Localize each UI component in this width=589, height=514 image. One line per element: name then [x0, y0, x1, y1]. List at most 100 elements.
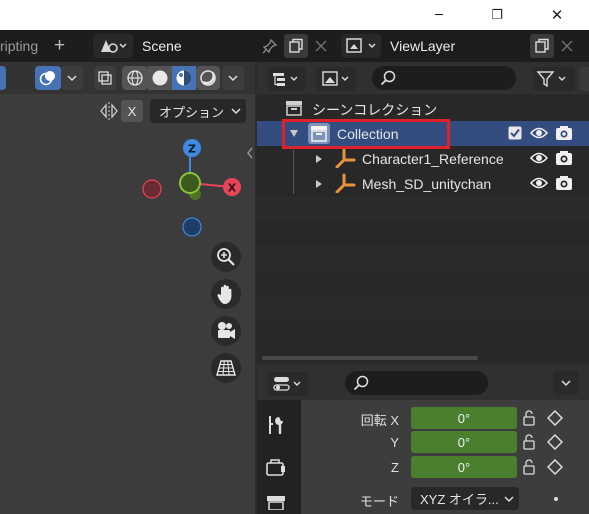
rotation-x-label: 回転 X: [360, 413, 399, 428]
render-icon[interactable]: [266, 458, 286, 476]
options-label: オプション: [159, 104, 225, 120]
minimize-icon: ─: [435, 7, 443, 23]
properties-tabs: [257, 400, 301, 514]
outliner-row-mesh-sd-unitychan[interactable]: Mesh_SD_unitychan: [257, 171, 589, 196]
maximize-button[interactable]: ❐: [474, 0, 520, 30]
shading-dropdown[interactable]: [222, 66, 244, 90]
keyframe-diamond-icon[interactable]: [547, 410, 563, 426]
zoom-icon: [217, 248, 235, 266]
chevron-down-icon: [504, 495, 514, 502]
close-button[interactable]: ✕: [534, 0, 580, 30]
pin-icon[interactable]: [259, 36, 281, 56]
expand-arrow-icon[interactable]: [315, 154, 323, 164]
filter-type-dropdown[interactable]: [316, 67, 356, 91]
chevron-down-icon: [231, 108, 241, 115]
keyframe-diamond-icon[interactable]: [547, 459, 563, 475]
new-viewlayer-button[interactable]: [530, 34, 554, 58]
properties-editor-icon: [273, 377, 301, 391]
gizmo-neg-z: [182, 217, 202, 237]
lock-icon[interactable]: [522, 434, 540, 450]
viewport-header: [0, 62, 255, 94]
camera-icon: [218, 322, 235, 339]
output-icon[interactable]: [266, 494, 286, 510]
sidebar-toggle-icon[interactable]: [245, 145, 255, 163]
mirror-x-toggle[interactable]: X: [121, 100, 143, 122]
rotation-mode-dropdown[interactable]: XYZ オイラ...: [411, 487, 519, 510]
eye-icon[interactable]: [530, 151, 548, 165]
overlays-dropdown[interactable]: [61, 66, 83, 90]
zoom-button[interactable]: [211, 242, 241, 272]
add-workspace-button[interactable]: +: [54, 35, 65, 57]
shading-rendered-button[interactable]: [196, 66, 220, 90]
navigation-gizmo[interactable]: Z X: [135, 135, 245, 240]
scene-collection-label: シーンコレクション: [312, 102, 438, 118]
mesh-sd-unitychan-label: Mesh_SD_unitychan: [362, 176, 492, 192]
shading-wireframe-button[interactable]: [122, 66, 148, 90]
mirror-icon[interactable]: [98, 100, 120, 122]
viewlayer-name: ViewLayer: [390, 38, 456, 54]
camera-render-icon[interactable]: [555, 150, 573, 166]
shading-material-button[interactable]: [172, 66, 196, 90]
duplicate-icon: [289, 38, 303, 53]
image-icon: [322, 71, 349, 86]
armature-icon: [335, 173, 356, 193]
editor-type-dropdown[interactable]: [268, 372, 308, 396]
outliner-empty-row: [257, 196, 589, 221]
outliner-horizontal-scrollbar[interactable]: [262, 356, 478, 360]
perspective-toggle-button[interactable]: [211, 353, 241, 383]
unlink-scene-button[interactable]: [311, 34, 331, 58]
tool-icon[interactable]: [266, 414, 286, 436]
scene-browse-button[interactable]: [93, 34, 133, 58]
outliner-view-icon: [273, 73, 298, 86]
outliner-row-character1-reference[interactable]: Character1_Reference: [257, 146, 589, 171]
new-collection-button[interactable]: [579, 67, 589, 91]
properties-options-dropdown[interactable]: [553, 371, 579, 395]
rotation-z-field[interactable]: 0°: [411, 456, 517, 478]
lock-icon[interactable]: [522, 410, 540, 426]
viewlayer-name-field[interactable]: ViewLayer: [382, 34, 528, 58]
gizmo-z-label: Z: [188, 143, 196, 156]
scene-collection-icon: [286, 101, 302, 116]
camera-render-icon[interactable]: [555, 125, 573, 141]
eye-icon[interactable]: [530, 126, 548, 140]
outliner-header: [257, 62, 589, 94]
options-dropdown[interactable]: オプション: [150, 99, 246, 123]
armature-icon: [335, 148, 356, 168]
duplicate-icon: [535, 38, 549, 53]
rotation-z-label: Z: [391, 460, 399, 475]
new-scene-button[interactable]: [284, 34, 308, 58]
minimize-button[interactable]: ─: [416, 0, 462, 30]
outliner-scene-collection-row[interactable]: シーンコレクション: [257, 96, 589, 121]
shading-solid-button[interactable]: [148, 66, 172, 90]
outliner-empty-row: [257, 246, 589, 271]
checkbox-checked-icon[interactable]: [508, 126, 522, 140]
grid-icon: [216, 360, 236, 376]
display-mode-dropdown[interactable]: [268, 67, 306, 91]
rotation-y-field[interactable]: 0°: [411, 431, 517, 453]
pan-button[interactable]: [211, 279, 241, 309]
lock-icon[interactable]: [522, 459, 540, 475]
character1-reference-label: Character1_Reference: [362, 151, 504, 167]
workspace-tab-scripting[interactable]: ripting: [0, 38, 38, 54]
funnel-icon: [536, 71, 566, 88]
filter-dropdown[interactable]: [533, 67, 575, 91]
properties-search-input[interactable]: [345, 371, 488, 395]
eye-icon[interactable]: [530, 176, 548, 190]
viewlayer-browse-button[interactable]: [341, 34, 381, 58]
select-mode-button[interactable]: [0, 66, 6, 90]
overlays-button[interactable]: [35, 66, 61, 90]
overlays-icon: [39, 71, 55, 86]
keyframe-diamond-icon[interactable]: [547, 434, 563, 450]
xray-toggle[interactable]: [94, 66, 116, 90]
remove-viewlayer-button[interactable]: [557, 34, 577, 58]
outliner-search-input[interactable]: [372, 66, 516, 90]
expand-arrow-icon[interactable]: [315, 179, 323, 189]
properties-header: [257, 366, 589, 400]
camera-view-button[interactable]: [211, 316, 241, 346]
rotation-x-field[interactable]: 0°: [411, 407, 517, 429]
camera-render-icon[interactable]: [555, 175, 573, 191]
chevron-down-icon: [561, 380, 571, 387]
maximize-icon: ❐: [491, 7, 503, 23]
decorator-dot[interactable]: [554, 497, 558, 501]
rotation-mode-value: XYZ オイラ...: [420, 492, 499, 507]
